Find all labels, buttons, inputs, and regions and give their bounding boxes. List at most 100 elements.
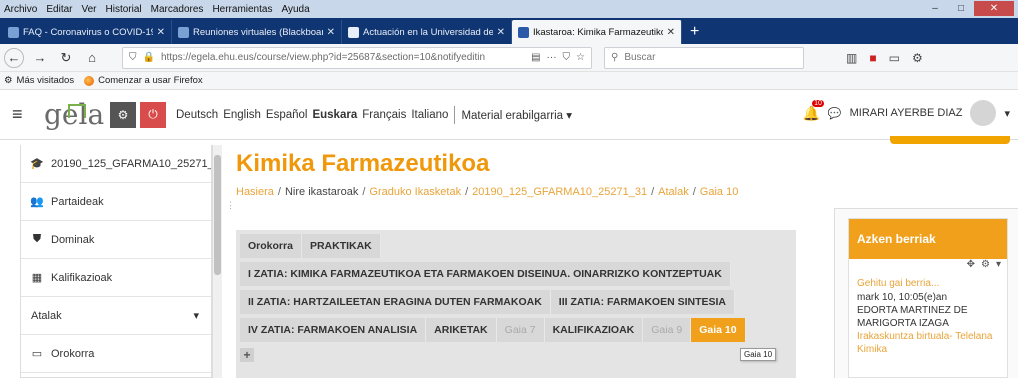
- tooltip: Gaia 10: [740, 348, 777, 361]
- close-tab-icon[interactable]: ✕: [327, 27, 335, 38]
- settings-button[interactable]: ⚙: [110, 101, 136, 128]
- forward-button[interactable]: →: [30, 48, 50, 68]
- menu-editar[interactable]: Editar: [46, 4, 72, 15]
- reader-view-icon[interactable]: ▤: [531, 52, 540, 63]
- bookmark-star-icon[interactable]: ☆: [576, 52, 585, 63]
- tab-orokorra[interactable]: Orokorra: [240, 234, 302, 258]
- menu-herramientas[interactable]: Herramientas: [212, 4, 272, 15]
- tab-praktikak[interactable]: PRAKTIKAK: [301, 234, 381, 258]
- lang-francais[interactable]: Français: [362, 109, 406, 121]
- egela-logo[interactable]: gela: [44, 98, 104, 131]
- breadcrumb-atalak[interactable]: Atalak: [658, 186, 689, 198]
- lang-english[interactable]: English: [223, 109, 261, 121]
- edit-mode-button[interactable]: [890, 136, 1010, 144]
- gear-icon[interactable]: ⚙: [912, 51, 923, 65]
- chevron-down-icon[interactable]: ▾: [193, 309, 199, 322]
- lang-italiano[interactable]: Italiano: [411, 109, 448, 121]
- menu-historial[interactable]: Historial: [106, 4, 142, 15]
- nav-dominak[interactable]: ⛊ Dominak: [21, 221, 211, 259]
- reload-button[interactable]: ↻: [56, 48, 76, 68]
- tab-ii-zatia[interactable]: II ZATIA: HARTZAILEETAN ERAGINA DUTEN FA…: [240, 290, 551, 314]
- sidebar-icon[interactable]: ▭: [889, 51, 900, 65]
- chevron-down-icon[interactable]: ▾: [1004, 107, 1010, 120]
- url-bar[interactable]: ⛉ 🔒 https://egela.ehu.eus/course/view.ph…: [122, 46, 592, 69]
- notifications-bell-icon[interactable]: 🔔 10: [802, 99, 824, 122]
- messages-icon[interactable]: 💬: [828, 107, 842, 120]
- library-icon[interactable]: ▥: [846, 51, 857, 65]
- pocket-icon[interactable]: ⛉: [563, 52, 571, 63]
- menu-ver[interactable]: Ver: [81, 4, 96, 15]
- scrollbar-thumb[interactable]: [214, 155, 221, 275]
- bookmark-comenzar-firefox[interactable]: Comenzar a usar Firefox: [84, 75, 203, 86]
- tab-iv-zatia[interactable]: IV ZATIA: FARMAKOEN ANALISIA: [240, 318, 427, 342]
- chevron-down-icon[interactable]: ▾: [996, 259, 1001, 273]
- lang-espanol[interactable]: Español: [266, 109, 308, 121]
- logout-button[interactable]: ⏻: [140, 101, 166, 128]
- breadcrumb: Hasiera / Nire ikastaroak / Graduko Ikas…: [236, 186, 738, 198]
- url-text[interactable]: https://egela.ehu.eus/course/view.php?id…: [161, 52, 525, 63]
- browser-tab-actuacion[interactable]: Actuación en la Universidad de ✕: [342, 20, 512, 44]
- new-tab-button[interactable]: +: [682, 20, 707, 44]
- search-input[interactable]: ⚲ Buscar: [604, 46, 804, 69]
- nav-course-code[interactable]: 🎓 20190_125_GFARMA10_25271_: [21, 145, 211, 183]
- move-icon[interactable]: ✥: [967, 259, 975, 273]
- tab-kalifikazioak[interactable]: KALIFIKAZIOAK: [544, 318, 644, 342]
- post-author: EDORTA MARTINEZ DE MARIGORTA IZAGA: [857, 305, 968, 329]
- breadcrumb-hasiera[interactable]: Hasiera: [236, 186, 274, 198]
- material-dropdown[interactable]: Material erabilgarria ▾: [461, 108, 572, 122]
- back-button[interactable]: ←: [4, 47, 24, 68]
- browser-tab-reuniones[interactable]: Reuniones virtuales (Blackboar ✕: [172, 20, 342, 44]
- close-tab-icon[interactable]: ✕: [497, 27, 505, 38]
- tab-gaia-9[interactable]: Gaia 9: [643, 318, 692, 342]
- user-menu[interactable]: 🔔 10 💬 MIRARI AYERBE DIAZ ▾: [802, 99, 1010, 126]
- shield-icon[interactable]: ⛉: [129, 52, 137, 63]
- bookmark-mas-visitados[interactable]: ⚙ Más visitados: [4, 75, 74, 86]
- add-section-button[interactable]: +: [240, 348, 254, 362]
- user-name[interactable]: MIRARI AYERBE DIAZ: [850, 107, 963, 119]
- close-tab-icon[interactable]: ✕: [157, 27, 165, 38]
- breadcrumb-gaia-10[interactable]: Gaia 10: [700, 186, 739, 198]
- tab-ariketak[interactable]: ARIKETAK: [426, 318, 497, 342]
- minimize-button[interactable]: –: [922, 1, 948, 16]
- tab-gaia-10[interactable]: Gaia 10: [691, 318, 746, 342]
- hamburger-menu-icon[interactable]: ≡: [12, 104, 30, 125]
- breadcrumb-nire-ikastaroak[interactable]: Nire ikastaroak: [285, 186, 358, 198]
- breadcrumb-course-code[interactable]: 20190_125_GFARMA10_25271_31: [472, 186, 647, 198]
- nav-label: Kalifikazioak: [51, 271, 113, 284]
- lang-euskara[interactable]: Euskara: [312, 109, 357, 121]
- tab-title: FAQ - Coronavirus o COVID-19: [23, 26, 153, 38]
- post-link[interactable]: Irakaskuntza birtuala- Telelana Kimika: [857, 331, 992, 355]
- tab-iii-zatia[interactable]: III ZATIA: FARMAKOEN SINTESIA: [550, 290, 736, 314]
- breadcrumb-graduko[interactable]: Graduko Ikasketak: [369, 186, 461, 198]
- menu-ayuda[interactable]: Ayuda: [281, 4, 309, 15]
- menu-marcadores[interactable]: Marcadores: [151, 4, 204, 15]
- browser-tab-ikastaroa[interactable]: Ikastaroa: Kimika Farmazeutikoa ✕: [512, 20, 682, 44]
- egela-favicon-icon: [178, 26, 189, 38]
- page-actions-icon[interactable]: ···: [547, 52, 557, 63]
- add-topic-link[interactable]: Gehitu gai berria...: [857, 277, 999, 290]
- home-button[interactable]: ⌂: [82, 48, 102, 68]
- menu-archivo[interactable]: Archivo: [4, 4, 37, 15]
- tab-i-zatia[interactable]: I ZATIA: KIMIKA FARMAZEUTIKOA ETA FARMAK…: [240, 262, 731, 286]
- browser-tab-bar: FAQ - Coronavirus o COVID-19 ✕ Reuniones…: [0, 18, 1018, 44]
- lock-icon[interactable]: 🔒: [143, 52, 155, 63]
- lang-deutsch[interactable]: Deutsch: [176, 109, 218, 121]
- nav-partaideak[interactable]: 👥 Partaideak: [21, 183, 211, 221]
- tab-gaia-7[interactable]: Gaia 7: [496, 318, 545, 342]
- drawer-resize-handle-icon[interactable]: ⋮: [226, 200, 235, 220]
- page-title: Kimika Farmazeutikoa: [236, 150, 490, 177]
- nav-orokorra[interactable]: ▭ Orokorra: [21, 335, 211, 373]
- gear-icon[interactable]: ⚙: [981, 259, 990, 273]
- extension-icon[interactable]: ■: [869, 51, 876, 65]
- maximize-button[interactable]: □: [948, 1, 974, 16]
- avatar[interactable]: [970, 100, 997, 126]
- close-tab-icon[interactable]: ✕: [667, 27, 675, 38]
- breadcrumb-separator: /: [277, 186, 281, 198]
- block-title: Azken berriak: [849, 219, 1007, 259]
- nav-atalak[interactable]: Atalak ▾: [21, 297, 211, 335]
- browser-tab-faq[interactable]: FAQ - Coronavirus o COVID-19 ✕: [2, 20, 172, 44]
- close-window-button[interactable]: ✕: [974, 1, 1014, 16]
- sidebar-scrollbar[interactable]: [212, 145, 222, 378]
- nav-kalifikazioak[interactable]: ▦ Kalifikazioak: [21, 259, 211, 297]
- nav-label: Partaideak: [51, 195, 104, 208]
